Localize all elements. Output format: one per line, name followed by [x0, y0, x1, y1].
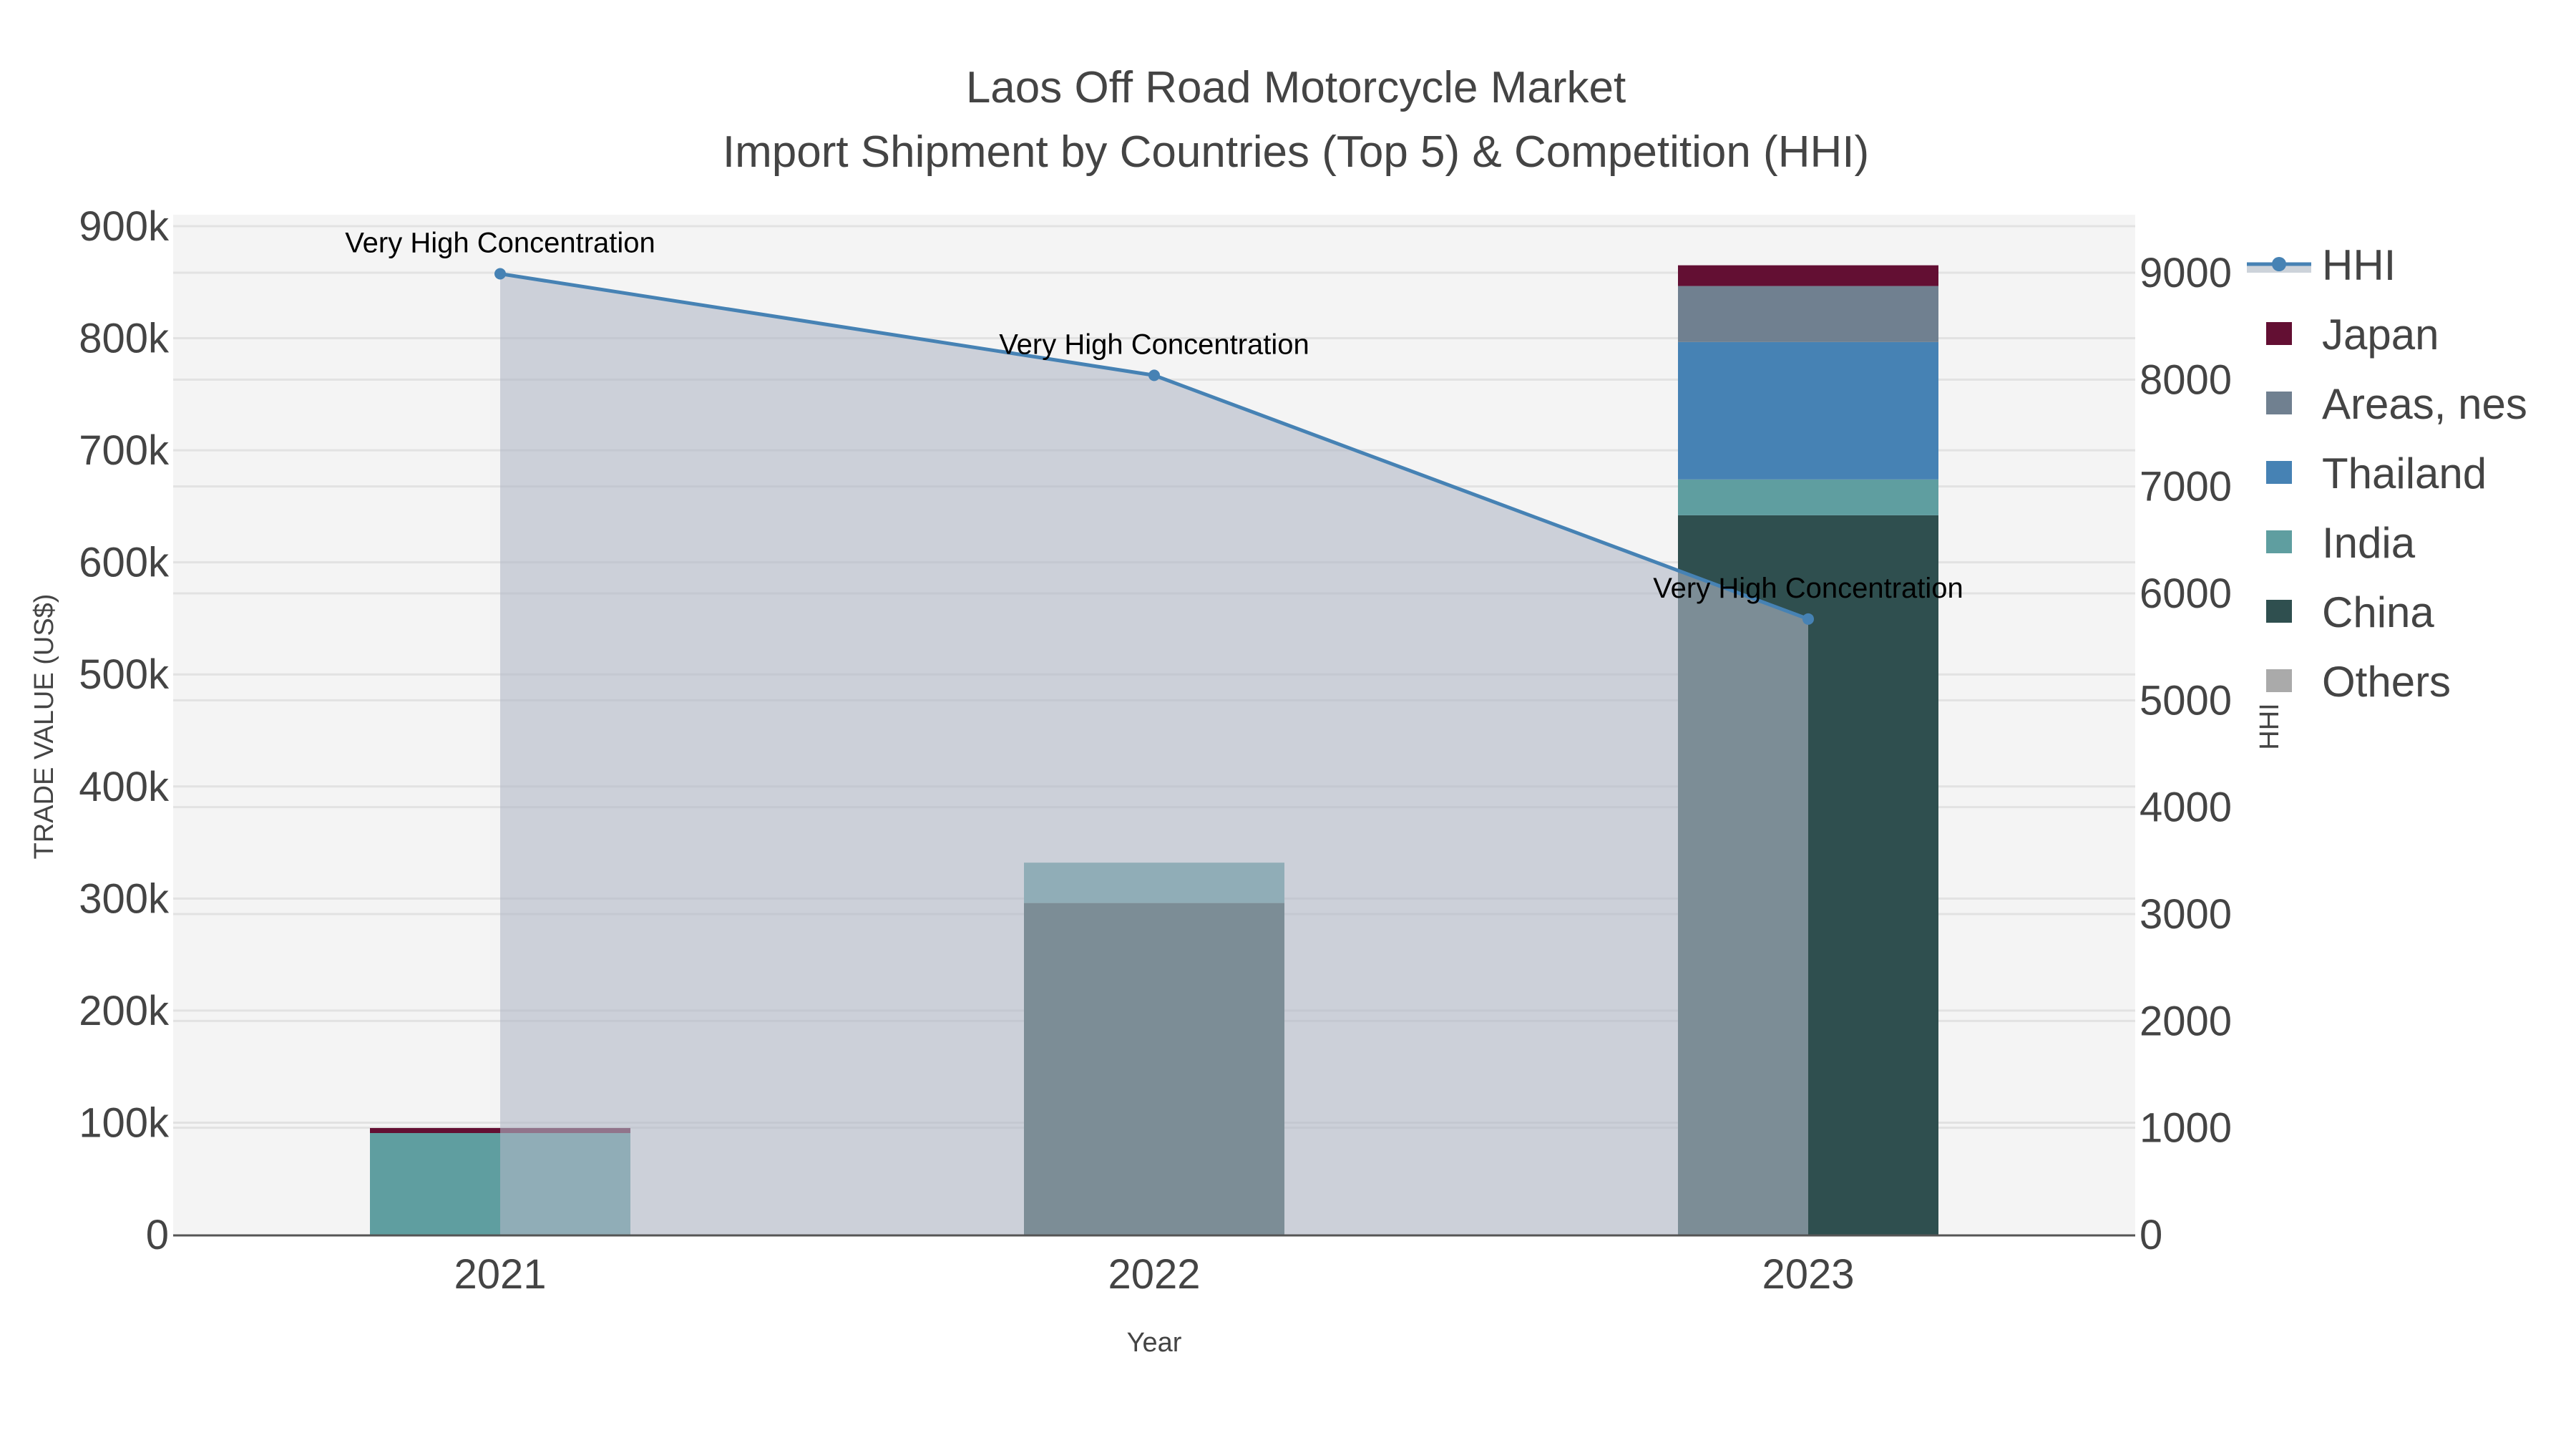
bar-thailand-2023 — [1678, 341, 1938, 480]
hhi-point — [1148, 369, 1160, 382]
legend-item-india[interactable]: India — [2266, 519, 2416, 567]
chart: Very High Concentration Very High Concent… — [29, 63, 2527, 1358]
y-tick-label: 900k — [79, 203, 170, 250]
y2-tick-label: 4000 — [2140, 784, 2232, 831]
y2-axis-title: HHI — [2255, 703, 2285, 749]
legend-item-china[interactable]: China — [2266, 588, 2434, 636]
legend-label: China — [2322, 588, 2434, 636]
legend-label: Areas, nes — [2322, 380, 2527, 428]
legend-item-others[interactable]: Others — [2266, 658, 2451, 706]
y-tick-label: 100k — [79, 1099, 170, 1146]
y-tick-label: 600k — [79, 540, 170, 586]
legend-item-hhi[interactable]: HHI — [2247, 241, 2396, 289]
y-tick-label: 400k — [79, 764, 170, 810]
hhi-point — [494, 268, 506, 280]
legend-item-areas-nes[interactable]: Areas, nes — [2266, 380, 2527, 428]
y2-tick-label: 2000 — [2140, 998, 2232, 1044]
legend: HHI Japan Areas, nes Thailand India China Othe… — [2247, 241, 2527, 706]
y-tick-label: 0 — [146, 1212, 169, 1258]
legend-swatch — [2266, 461, 2292, 484]
bar-areas-nes-2023 — [1678, 286, 1938, 342]
bar-india-2023 — [1678, 479, 1938, 515]
x-tick-label: 2023 — [1762, 1251, 1854, 1298]
y-axis-title: TRADE VALUE (US$) — [29, 594, 59, 860]
hhi-annotation: Very High Concentration — [345, 227, 655, 258]
y2-tick-label: 3000 — [2140, 891, 2232, 938]
legend-swatch — [2266, 530, 2292, 553]
bar-japan-2023 — [1678, 265, 1938, 286]
y2-tick-label: 9000 — [2140, 250, 2232, 296]
y-tick-label: 300k — [79, 875, 170, 922]
y2-tick-label: 7000 — [2140, 464, 2232, 510]
legend-label: HHI — [2322, 241, 2396, 289]
legend-swatch — [2266, 322, 2292, 345]
hhi-annotation: Very High Concentration — [999, 329, 1309, 360]
y2-tick-label: 8000 — [2140, 356, 2232, 403]
legend-item-thailand[interactable]: Thailand — [2266, 449, 2487, 497]
legend-label: India — [2322, 519, 2416, 567]
y2-tick-label: 0 — [2140, 1212, 2162, 1258]
legend-swatch — [2266, 392, 2292, 414]
x-tick-label: 2022 — [1108, 1251, 1200, 1298]
chart-subtitle: Import Shipment by Countries (Top 5) & C… — [723, 127, 1869, 177]
x-axis-title: Year — [1127, 1328, 1182, 1358]
hhi-annotation: Very High Concentration — [1653, 573, 1963, 604]
legend-hhi-marker — [2272, 257, 2286, 271]
chart-title: Laos Off Road Motorcycle Market — [966, 63, 1626, 112]
y-tick-label: 800k — [79, 316, 170, 362]
legend-label: Thailand — [2322, 449, 2487, 497]
x-tick-label: 2021 — [454, 1251, 546, 1298]
legend-swatch — [2266, 669, 2292, 692]
legend-label: Japan — [2322, 311, 2439, 359]
y-tick-label: 500k — [79, 651, 170, 698]
y-tick-label: 200k — [79, 988, 170, 1034]
hhi-point — [1802, 613, 1814, 625]
legend-item-japan[interactable]: Japan — [2266, 311, 2439, 359]
y2-tick-label: 5000 — [2140, 677, 2232, 724]
legend-label: Others — [2322, 658, 2451, 706]
y-tick-label: 700k — [79, 427, 170, 474]
legend-swatch — [2266, 600, 2292, 623]
y2-tick-label: 6000 — [2140, 570, 2232, 617]
y2-tick-label: 1000 — [2140, 1105, 2232, 1152]
